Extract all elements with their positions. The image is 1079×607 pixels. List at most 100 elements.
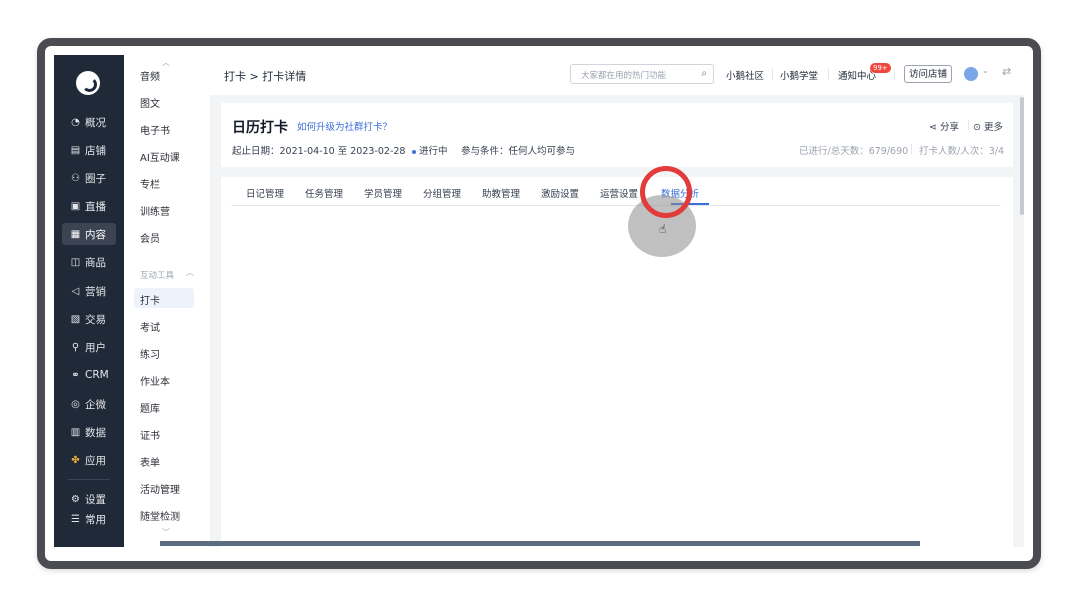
subnav-item[interactable]: 图文: [140, 95, 160, 110]
tab-diary-management[interactable]: 日记管理: [246, 186, 284, 200]
nav-goods[interactable]: ◫ 商品: [62, 251, 116, 273]
tab-operation-settings[interactable]: 运营设置: [600, 186, 638, 200]
nav-settings[interactable]: ⚙ 设置: [62, 488, 116, 510]
subnav-tool[interactable]: 随堂检测: [140, 508, 180, 523]
switch-icon[interactable]: ⇄: [1002, 65, 1011, 78]
store-icon: ▤: [70, 144, 81, 156]
nav-users[interactable]: ⚲ 用户: [62, 336, 116, 358]
nav-label: 应用: [85, 454, 106, 467]
divider: [772, 68, 773, 80]
nav-enterprise-wechat[interactable]: ◎ 企微: [62, 393, 116, 415]
subnav-tool[interactable]: 练习: [140, 346, 160, 361]
scrollbar[interactable]: [1020, 97, 1024, 215]
user-icon: ⚲: [71, 341, 80, 353]
nav-trade[interactable]: ▧ 交易: [62, 308, 116, 330]
upgrade-link[interactable]: 如何升级为社群打卡？: [297, 119, 392, 133]
subnav-item[interactable]: 音频: [140, 68, 160, 83]
main-sidebar: ◔ 概况 ▤ 店铺 ⚇ 圈子 ▣ 直播 ▦ 内容 ◫ 商品 ◁ 营销 ▧ 交易: [54, 55, 124, 547]
tab-bar: 日记管理 任务管理 学员管理 分组管理 助教管理 激励设置 运营设置 数据分析: [231, 177, 1001, 206]
scroll-down-icon[interactable]: ﹀: [162, 527, 170, 538]
divider: [828, 68, 829, 80]
participant-count: 打卡人数/人次：3/4: [919, 146, 1004, 157]
search-placeholder: 大家都在用的热门功能: [581, 71, 667, 81]
taskbar-strip: [160, 541, 920, 546]
nav-label: 常用: [85, 513, 106, 526]
subnav-item[interactable]: 训练营: [140, 203, 170, 218]
divider: [911, 144, 912, 154]
nav-apps[interactable]: ✤ 应用: [62, 449, 116, 471]
nav-marketing[interactable]: ◁ 营销: [62, 280, 116, 302]
tab-group-management[interactable]: 分组管理: [423, 186, 461, 200]
hand-cursor-icon: ☝: [659, 222, 667, 236]
nav-common[interactable]: ☰ 常用: [62, 508, 116, 530]
tab-student-management[interactable]: 学员管理: [364, 186, 402, 200]
nav-circle[interactable]: ⚇ 圈子: [62, 167, 116, 189]
notification-badge: 99+: [870, 63, 891, 73]
nav-label: 店铺: [85, 144, 106, 157]
subnav-tool[interactable]: 题库: [140, 400, 160, 415]
top-bar: 打卡 > 打卡详情 大家都在用的热门功能 ⌕ 小鹅社区 小鹅学堂 通知中心 99…: [210, 55, 1024, 95]
nav-store[interactable]: ▤ 店铺: [62, 139, 116, 161]
nav-data[interactable]: ▥ 数据: [62, 421, 116, 443]
content-icon: ▦: [70, 228, 81, 240]
subnav-item[interactable]: 电子书: [140, 122, 170, 137]
subnav-tool[interactable]: 表单: [140, 454, 160, 469]
goods-icon: ◫: [70, 256, 81, 268]
share-label: 分享: [939, 122, 959, 133]
nav-label: 交易: [85, 313, 106, 326]
marketing-icon: ◁: [71, 285, 80, 297]
enterprise-wechat-icon: ◎: [71, 398, 80, 410]
more-icon: ⊙: [973, 122, 984, 133]
subnav-tool[interactable]: 活动管理: [140, 481, 180, 496]
common-icon: ☰: [71, 513, 80, 525]
subnav-item[interactable]: AI互动课: [140, 149, 180, 164]
nav-label: 概况: [85, 116, 106, 129]
subnav-item[interactable]: 专栏: [140, 176, 160, 191]
tab-assistant-management[interactable]: 助教管理: [482, 186, 520, 200]
subnav-tool[interactable]: 作业本: [140, 373, 170, 388]
nav-crm[interactable]: ⚭ CRM: [62, 364, 116, 386]
visit-store-button[interactable]: 访问店铺: [904, 65, 952, 83]
chevron-up-icon[interactable]: ︿: [186, 267, 194, 278]
search-input[interactable]: 大家都在用的热门功能 ⌕: [570, 64, 714, 84]
breadcrumb: 打卡 > 打卡详情: [224, 70, 307, 83]
divider: [894, 68, 895, 80]
community-link[interactable]: 小鹅社区: [726, 68, 764, 82]
more-label: 更多: [983, 122, 1003, 133]
crm-icon: ⚭: [71, 369, 80, 381]
tab-task-management[interactable]: 任务管理: [305, 186, 343, 200]
pie-chart-icon: ◔: [71, 116, 80, 128]
app-logo[interactable]: [76, 71, 100, 95]
nav-label: 企微: [85, 398, 106, 411]
scroll-up-icon[interactable]: ︿: [162, 57, 170, 68]
subnav-tool[interactable]: 考试: [140, 319, 160, 334]
nav-label: CRM: [85, 369, 109, 381]
subnav-group-label[interactable]: 互动工具: [140, 269, 174, 281]
nav-content[interactable]: ▦ 内容: [62, 223, 116, 245]
subnav-tool[interactable]: 证书: [140, 427, 160, 442]
detail-panel: 日记管理 任务管理 学员管理 分组管理 助教管理 激励设置 运营设置 数据分析: [221, 177, 1013, 547]
more-button[interactable]: ⊙ 更多: [973, 119, 1003, 133]
circle-group-icon: ⚇: [71, 172, 80, 184]
subnav-tool-checkin[interactable]: 打卡: [140, 292, 160, 307]
search-icon[interactable]: ⌕: [701, 68, 707, 79]
status-dot: [412, 149, 416, 154]
nav-label: 直播: [85, 200, 106, 213]
progress-days: 已进行/总天数：679/690: [799, 146, 909, 157]
subnav-item[interactable]: 会员: [140, 230, 160, 245]
nav-label: 商品: [85, 256, 106, 269]
avatar[interactable]: [964, 67, 978, 81]
nav-live[interactable]: ▣ 直播: [62, 195, 116, 217]
share-button[interactable]: ⋖ 分享: [929, 119, 959, 133]
sub-sidebar: ︿ 音频 图文 电子书 AI互动课 专栏 训练营 会员 互动工具 ︿ 打卡 考试…: [124, 55, 210, 547]
nav-overview[interactable]: ◔ 概况: [62, 111, 116, 133]
chevron-down-icon[interactable]: ⌄: [982, 66, 989, 75]
tab-incentive-settings[interactable]: 激励设置: [541, 186, 579, 200]
nav-label: 数据: [85, 426, 106, 439]
academy-link[interactable]: 小鹅学堂: [780, 68, 818, 82]
nav-label: 设置: [85, 493, 106, 506]
status-badge: 进行中: [412, 143, 448, 157]
settings-icon: ⚙: [71, 493, 80, 505]
date-range: 起止日期：2021-04-10 至 2023-02-28: [232, 146, 406, 157]
sidebar-divider: [68, 479, 110, 480]
